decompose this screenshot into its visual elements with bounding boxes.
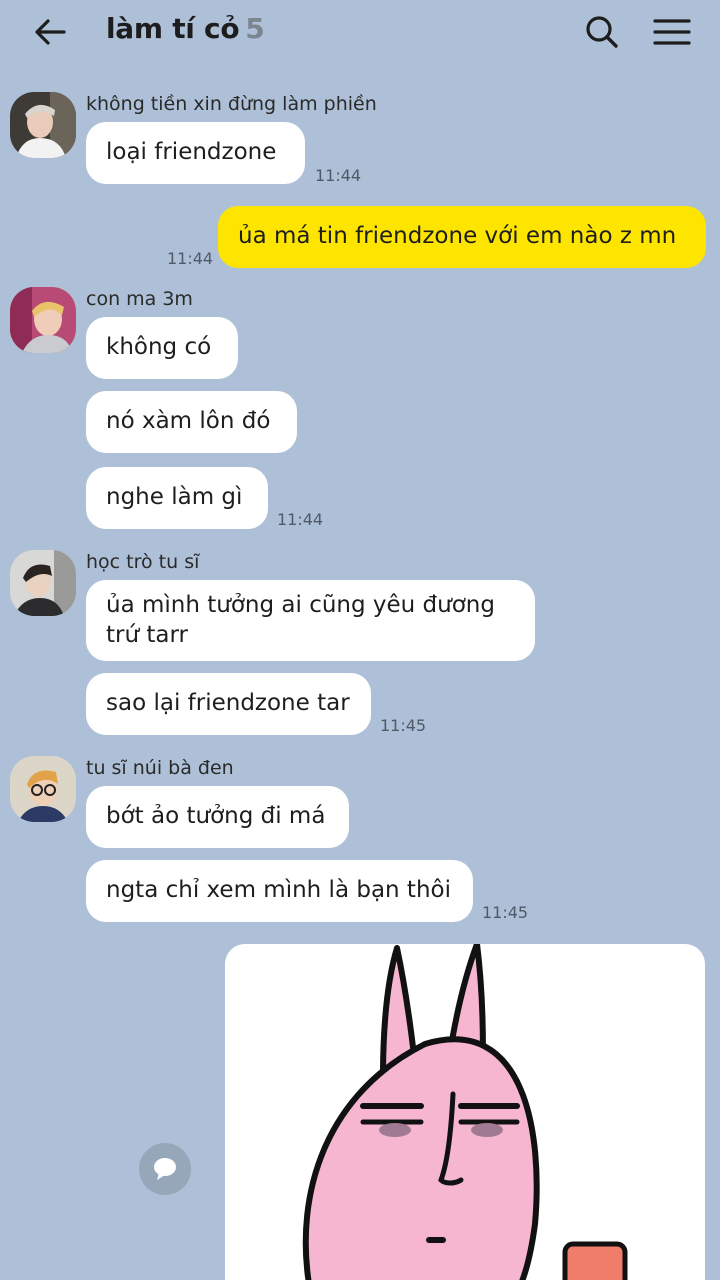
message-bubble[interactable]: ngta chỉ xem mình là bạn thôi — [86, 860, 473, 922]
sender-name: tu sĩ núi bà đen — [86, 757, 234, 779]
hamburger-menu-icon — [653, 19, 691, 45]
user-avatar-4[interactable] — [10, 756, 76, 822]
sender-name: con ma 3m — [86, 288, 193, 310]
message-time: 11:45 — [380, 716, 427, 735]
message-bubble[interactable]: loại friendzone — [86, 122, 305, 184]
back-button[interactable] — [30, 12, 72, 52]
chat-room-name: làm tí cỏ — [106, 12, 240, 45]
speech-bubble-icon — [154, 1158, 176, 1180]
avatar-photo — [10, 756, 76, 822]
sticker-message[interactable] — [225, 944, 705, 1280]
message-bubble[interactable]: ủa mình tưởng ai cũng yêu đương trứ tarr — [86, 580, 535, 661]
message-bubble[interactable]: bớt ảo tưởng đi má — [86, 786, 349, 848]
message-bubble[interactable]: nghe làm gì — [86, 467, 268, 529]
pink-rabbit-sticker — [302, 944, 628, 1280]
message-time: 11:44 — [167, 249, 214, 268]
chat-title: làm tí cỏ 5 — [106, 12, 265, 45]
chat-header: làm tí cỏ 5 — [0, 0, 720, 64]
message-time: 11:44 — [277, 510, 324, 529]
message-time: 11:44 — [315, 166, 362, 185]
menu-button[interactable] — [650, 12, 694, 52]
sender-name: học trò tu sĩ — [86, 551, 200, 573]
avatar-photo — [10, 92, 76, 158]
message-bubble[interactable]: không có — [86, 317, 238, 379]
my-message-bubble[interactable]: ủa má tin friendzone với em nào z mn — [218, 206, 706, 268]
message-bubble[interactable]: sao lại friendzone tar — [86, 673, 371, 735]
user-avatar-2[interactable] — [10, 287, 76, 353]
chat-bubble-button[interactable] — [139, 1143, 191, 1195]
arrow-left-icon — [35, 19, 66, 45]
search-button[interactable] — [582, 12, 622, 52]
sender-name: không tiền xin đừng làm phiền — [86, 93, 377, 115]
user-avatar-3[interactable] — [10, 550, 76, 616]
message-time: 11:45 — [482, 903, 529, 922]
message-bubble[interactable]: nó xàm lôn đó — [86, 391, 297, 453]
avatar-photo — [10, 550, 76, 616]
search-icon — [586, 16, 618, 48]
avatar-photo — [10, 287, 76, 353]
user-avatar-1[interactable] — [10, 92, 76, 158]
member-count: 5 — [245, 12, 265, 45]
